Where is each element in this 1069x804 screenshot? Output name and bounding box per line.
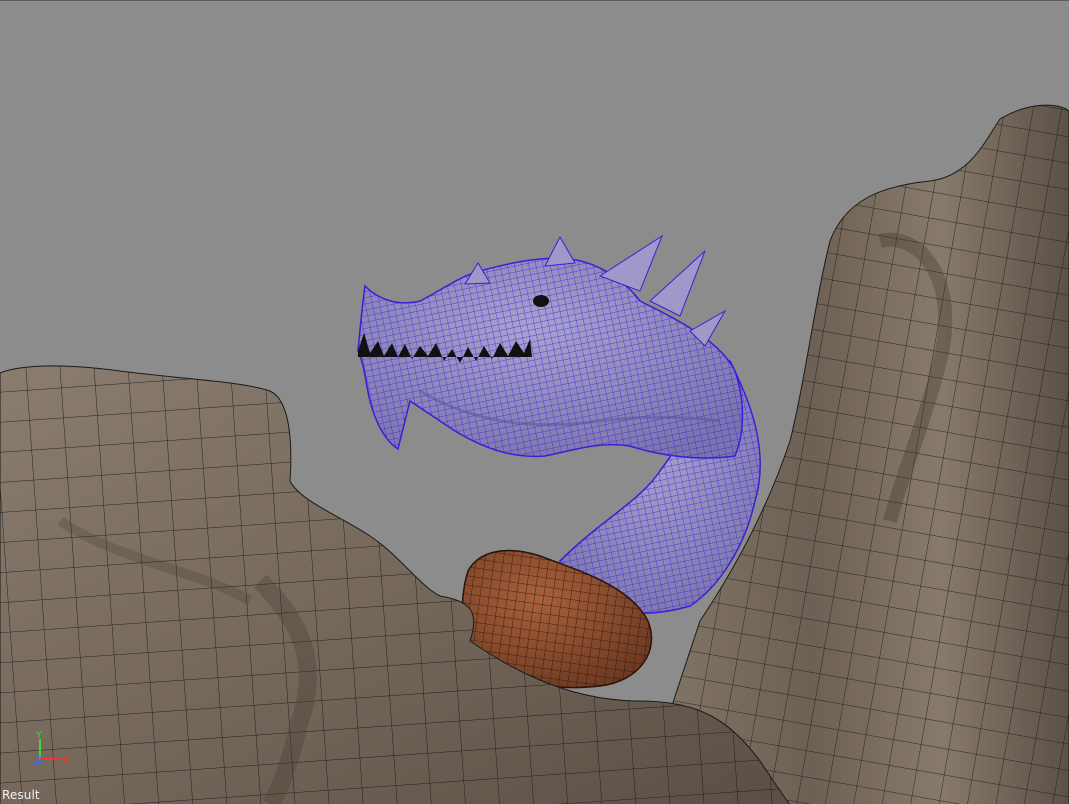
- dragon-eye: [533, 295, 549, 307]
- dragon-head-mesh[interactable]: [357, 234, 761, 614]
- camera-label: Result: [2, 788, 40, 802]
- x-axis-label: X: [62, 755, 69, 766]
- 3d-viewport[interactable]: Y X Z Result: [0, 0, 1069, 804]
- y-axis-label: Y: [35, 730, 43, 741]
- viewport-scene[interactable]: [0, 1, 1069, 804]
- z-axis-label: Z: [37, 756, 43, 766]
- axis-gizmo: Y X Z: [33, 730, 69, 766]
